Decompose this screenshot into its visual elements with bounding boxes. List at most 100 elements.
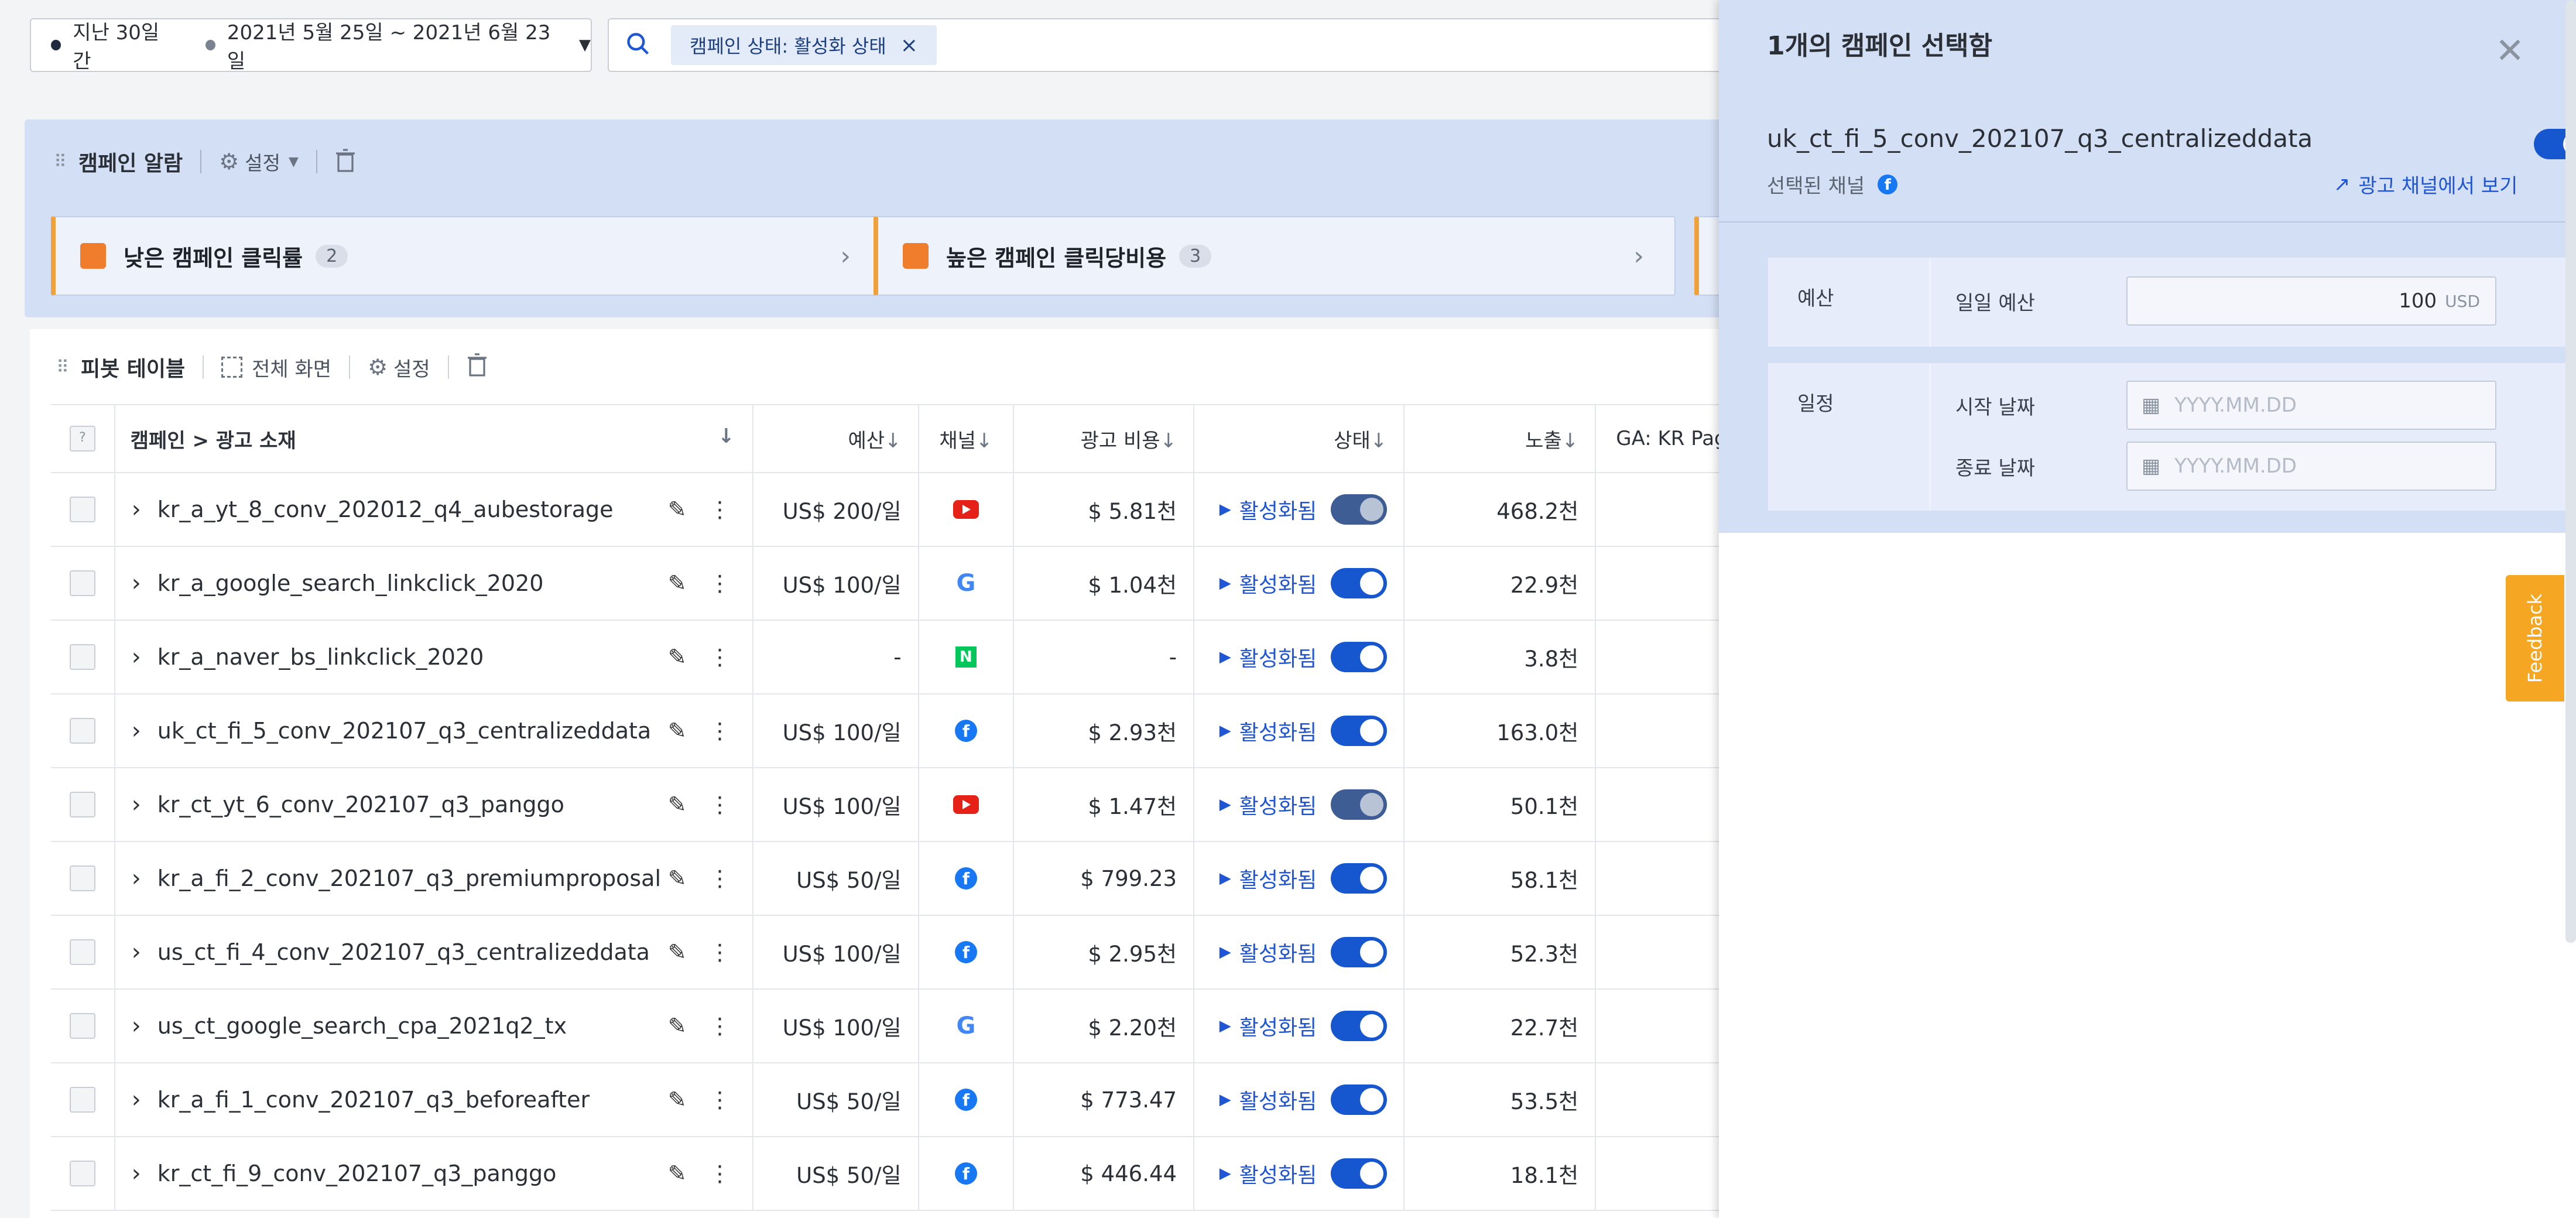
campaign-name[interactable]: kr_a_naver_bs_linkclick_2020: [157, 644, 668, 670]
more-vertical-icon[interactable]: ⋮: [709, 865, 731, 891]
impressions-column-header[interactable]: 노출↓: [1404, 404, 1597, 473]
campaign-name[interactable]: us_ct_google_search_cpa_2021q2_tx: [157, 1013, 668, 1039]
pencil-icon[interactable]: ✎: [668, 865, 687, 891]
table-row[interactable]: › kr_a_naver_bs_linkclick_2020 ✎ ⋮ - N - ▶ 활성화됨 3…: [51, 620, 1780, 694]
campaign-name[interactable]: kr_ct_fi_9_conv_202107_q3_panggo: [157, 1161, 668, 1186]
status-toggle[interactable]: [1331, 716, 1388, 746]
trash-icon[interactable]: [335, 149, 356, 175]
status-toggle[interactable]: [1331, 1158, 1388, 1189]
table-row[interactable]: › kr_ct_fi_9_conv_202107_q3_panggo ✎ ⋮ US$ 5…: [51, 1137, 1780, 1211]
table-row[interactable]: › kr_a_fi_2_conv_202107_q3_premiumproposa…: [51, 841, 1780, 916]
row-checkbox[interactable]: [69, 1161, 95, 1186]
table-row[interactable]: › us_ct_google_search_cpa_2021q2_tx ✎ ⋮ US$ …: [51, 989, 1780, 1063]
chevron-right-icon[interactable]: ›: [132, 496, 141, 523]
status-toggle[interactable]: [1331, 494, 1388, 525]
close-icon[interactable]: ×: [900, 33, 918, 57]
row-select-cell[interactable]: [51, 1137, 115, 1211]
fullscreen-icon[interactable]: [221, 357, 243, 378]
row-checkbox[interactable]: [69, 865, 95, 891]
more-vertical-icon[interactable]: ⋮: [709, 1087, 731, 1113]
table-row[interactable]: › kr_ct_yt_6_conv_202107_q3_panggo ✎ ⋮ US$ 1…: [51, 768, 1780, 842]
caret-down-icon[interactable]: ▼: [289, 155, 299, 169]
status-toggle[interactable]: [1331, 1084, 1388, 1115]
close-icon[interactable]: ✕: [2495, 30, 2524, 71]
table-row[interactable]: › kr_a_yt_8_conv_202012_q4_aubestorage ✎ ⋮ U…: [51, 473, 1780, 547]
trash-icon[interactable]: [467, 353, 488, 382]
status-toggle[interactable]: [1331, 789, 1388, 820]
chevron-right-icon[interactable]: ›: [132, 1086, 141, 1113]
select-all-header[interactable]: ?: [51, 404, 115, 473]
campaign-name[interactable]: kr_a_yt_8_conv_202012_q4_aubestorage: [157, 497, 668, 522]
status-toggle[interactable]: [1331, 863, 1388, 894]
start-date-input[interactable]: ▦ YYYY.MM.DD: [2126, 381, 2496, 430]
table-row[interactable]: › kr_a_google_search_linkclick_2020 ✎ ⋮ US$ …: [51, 546, 1780, 621]
gear-icon[interactable]: ⚙: [219, 149, 239, 175]
fullscreen-button[interactable]: 전체 화면: [252, 353, 331, 382]
more-vertical-icon[interactable]: ⋮: [709, 1013, 731, 1039]
view-in-channel-link[interactable]: ↗ 광고 채널에서 보기: [2334, 170, 2517, 199]
row-checkbox[interactable]: [69, 497, 95, 522]
sort-arrow-icon[interactable]: ↓: [1160, 429, 1177, 453]
table-row[interactable]: › kr_a_fi_1_conv_202107_q3_beforeafter ✎ ⋮ U…: [51, 1063, 1780, 1137]
pencil-icon[interactable]: ✎: [668, 939, 687, 965]
campaign-name[interactable]: kr_a_google_search_linkclick_2020: [157, 570, 668, 596]
drag-handle-icon[interactable]: ⠿: [56, 357, 69, 378]
campaign-name[interactable]: kr_a_fi_2_conv_202107_q3_premiumproposal: [157, 865, 668, 891]
chevron-right-icon[interactable]: ›: [132, 644, 141, 670]
status-toggle[interactable]: [1331, 1011, 1388, 1041]
channel-column-header[interactable]: 채널↓: [918, 404, 1015, 473]
status-toggle[interactable]: [1331, 642, 1388, 672]
budget-column-header[interactable]: 예산↓: [752, 404, 919, 473]
row-checkbox[interactable]: [69, 718, 95, 744]
chevron-right-icon[interactable]: ›: [132, 717, 141, 744]
row-checkbox[interactable]: [69, 1013, 95, 1039]
campaign-name[interactable]: us_ct_fi_4_conv_202107_q3_centralizeddat…: [157, 939, 668, 965]
sort-arrow-icon[interactable]: ↓: [885, 429, 902, 453]
row-select-cell[interactable]: [51, 841, 115, 916]
more-vertical-icon[interactable]: ⋮: [709, 570, 731, 596]
drag-handle-icon[interactable]: ⠿: [54, 152, 67, 172]
status-toggle[interactable]: [1331, 937, 1388, 967]
chevron-right-icon[interactable]: ›: [132, 1012, 141, 1039]
chevron-right-icon[interactable]: ›: [132, 570, 141, 597]
alarm-card-high-cpc[interactable]: 높은 캠페인 클릭당비용 3 ›: [873, 216, 1676, 296]
more-vertical-icon[interactable]: ⋮: [709, 644, 731, 670]
sort-arrow-icon[interactable]: ↓: [976, 429, 993, 453]
row-select-cell[interactable]: [51, 1063, 115, 1137]
more-vertical-icon[interactable]: ⋮: [709, 939, 731, 965]
end-date-input[interactable]: ▦ YYYY.MM.DD: [2126, 442, 2496, 491]
pencil-icon[interactable]: ✎: [668, 718, 687, 744]
status-column-header[interactable]: 상태↓: [1194, 404, 1405, 473]
more-vertical-icon[interactable]: ⋮: [709, 792, 731, 817]
row-select-cell[interactable]: [51, 473, 115, 547]
row-select-cell[interactable]: [51, 546, 115, 621]
row-select-cell[interactable]: [51, 989, 115, 1063]
table-row[interactable]: › uk_ct_fi_5_conv_202107_q3_centralizedda…: [51, 694, 1780, 768]
chevron-right-icon[interactable]: ›: [132, 1160, 141, 1187]
feedback-button[interactable]: Feedback: [2506, 575, 2564, 702]
chevron-right-icon[interactable]: ›: [132, 939, 141, 966]
sort-arrow-icon[interactable]: ↓: [1371, 429, 1388, 453]
alarm-card-low-ctr[interactable]: 낮은 캠페인 클릭률 2 ›: [51, 216, 882, 296]
pencil-icon[interactable]: ✎: [668, 792, 687, 817]
sort-arrow-icon[interactable]: ↓: [718, 425, 735, 448]
row-select-cell[interactable]: [51, 915, 115, 990]
pencil-icon[interactable]: ✎: [668, 497, 687, 522]
status-toggle[interactable]: [1331, 568, 1388, 598]
cost-column-header[interactable]: 광고 비용↓: [1013, 404, 1195, 473]
alarm-settings-button[interactable]: 설정: [245, 148, 280, 176]
more-vertical-icon[interactable]: ⋮: [709, 1161, 731, 1186]
more-vertical-icon[interactable]: ⋮: [709, 497, 731, 522]
row-checkbox[interactable]: [69, 1087, 95, 1113]
campaign-column-header[interactable]: 캠페인 > 광고 소재 ↓: [114, 404, 753, 473]
pencil-icon[interactable]: ✎: [668, 570, 687, 596]
sort-arrow-icon[interactable]: ↓: [1562, 429, 1579, 453]
filter-bar[interactable]: 캠페인 상태: 활성화 상태 ×: [608, 18, 1749, 72]
chevron-right-icon[interactable]: ›: [132, 791, 141, 818]
gear-icon[interactable]: ⚙: [368, 354, 388, 380]
date-range-picker[interactable]: 지난 30일간 2021년 5월 25일 ~ 2021년 6월 23일 ▼: [30, 18, 592, 73]
chevron-right-icon[interactable]: ›: [132, 865, 141, 892]
pivot-settings-button[interactable]: 설정: [393, 353, 430, 382]
row-checkbox[interactable]: [69, 644, 95, 670]
pencil-icon[interactable]: ✎: [668, 1013, 687, 1039]
